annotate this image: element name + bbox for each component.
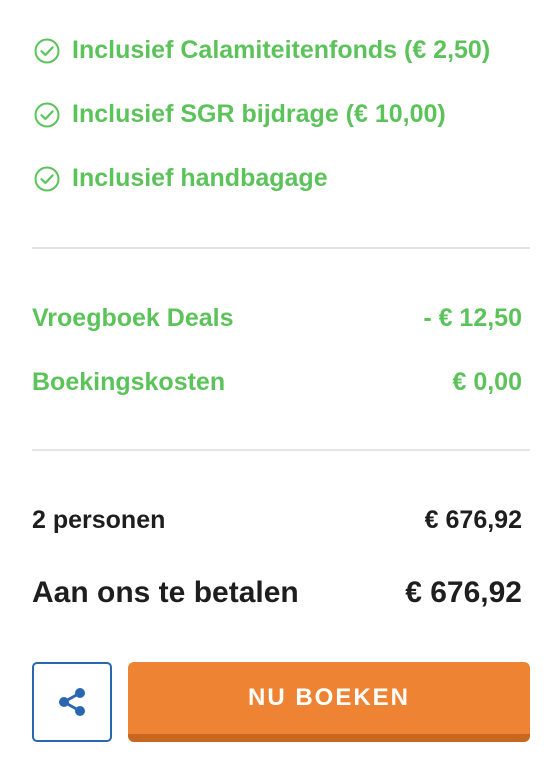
inclusion-item-calamity-fund: Inclusief Calamiteitenfonds (€ 2,50) <box>34 36 490 65</box>
deals-label: Vroegboek Deals <box>32 304 234 332</box>
inclusion-item-sgr: Inclusief SGR bijdrage (€ 10,00) <box>34 100 446 129</box>
inclusion-label: Inclusief Calamiteitenfonds (€ 2,50) <box>72 36 491 64</box>
inclusion-label: Inclusief SGR bijdrage (€ 10,00) <box>72 100 446 128</box>
early-booking-deals-row: Vroegboek Deals - € 12,50 <box>32 304 522 333</box>
persons-price-row: 2 personen € 676,92 <box>32 506 522 535</box>
check-circle-icon <box>34 38 60 64</box>
divider <box>32 247 530 249</box>
share-icon <box>55 685 89 719</box>
book-now-label: NU BOEKEN <box>247 684 410 711</box>
total-value: € 676,92 <box>405 576 522 609</box>
book-now-button[interactable]: NU BOEKEN <box>128 662 530 742</box>
divider <box>32 449 530 451</box>
inclusion-label: Inclusief handbagage <box>72 164 328 192</box>
booking-costs-value: € 0,00 <box>452 368 522 396</box>
total-price-row: Aan ons te betalen € 676,92 <box>32 576 522 610</box>
check-circle-icon <box>34 166 60 192</box>
total-label: Aan ons te betalen <box>32 576 299 609</box>
booking-costs-row: Boekingskosten € 0,00 <box>32 368 522 397</box>
persons-value: € 676,92 <box>424 506 522 534</box>
persons-label: 2 personen <box>32 506 166 534</box>
share-button[interactable] <box>32 662 112 742</box>
deals-value: - € 12,50 <box>423 304 522 332</box>
booking-summary: Inclusief Calamiteitenfonds (€ 2,50) Inc… <box>0 0 558 768</box>
check-circle-icon <box>34 102 60 128</box>
inclusion-item-hand-luggage: Inclusief handbagage <box>34 164 328 193</box>
booking-costs-label: Boekingskosten <box>32 368 226 396</box>
